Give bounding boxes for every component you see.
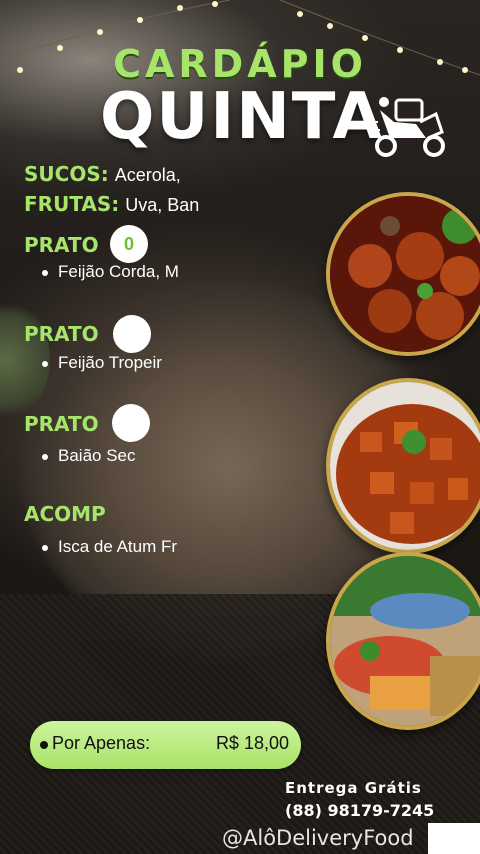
prato-2-item-text: Feijão Tropeir (58, 353, 162, 372)
frutas-row: FRUTAS: Uva, Ban (24, 192, 214, 216)
price-label: Por Apenas: (52, 733, 151, 753)
bullet-dot (40, 741, 48, 749)
prato-1-title: PRATO (24, 233, 99, 257)
price-pill: Por Apenas: R$ 18,00 (30, 721, 301, 769)
acomp-item-text: Isca de Atum Fr (58, 537, 178, 556)
price-value: R$ 18,00 (215, 733, 289, 753)
prato-3-title: PRATO (24, 412, 99, 436)
corner-overlay (428, 823, 480, 854)
day-title: QUINTA (100, 80, 384, 154)
phone-number: (88) 98179-7245 (285, 801, 435, 820)
social-handle: @AlôDeliveryFood (222, 826, 414, 850)
frutas-label: FRUTAS: (24, 192, 120, 216)
prato-2-item: Feijão Tropeir (42, 353, 188, 373)
sucos-row: SUCOS: Acerola, (24, 162, 181, 186)
prato-3-item: Baião Sec (42, 446, 152, 466)
acomp-item: Isca de Atum Fr (42, 537, 204, 557)
food-photo-2 (326, 378, 480, 554)
prato-2-number (113, 315, 151, 353)
prato-3-item-text: Baião Sec (58, 446, 136, 465)
free-delivery-text: Entrega Grátis (285, 779, 422, 797)
prato-3-number (112, 404, 150, 442)
acomp-title: ACOMP (24, 502, 106, 526)
delivery-scooter-icon (366, 97, 445, 157)
food-photo-1 (326, 192, 480, 356)
sucos-value: Acerola, (114, 165, 181, 185)
prato-1-number: 0 (110, 225, 148, 263)
prato-1-item-text: Feijão Corda, M (58, 262, 179, 281)
food-photo-3 (326, 552, 480, 730)
sucos-label: SUCOS: (24, 162, 109, 186)
frutas-value: Uva, Ban (125, 195, 200, 215)
prato-2-title: PRATO (24, 322, 99, 346)
prato-1-item: Feijão Corda, M (42, 262, 202, 282)
